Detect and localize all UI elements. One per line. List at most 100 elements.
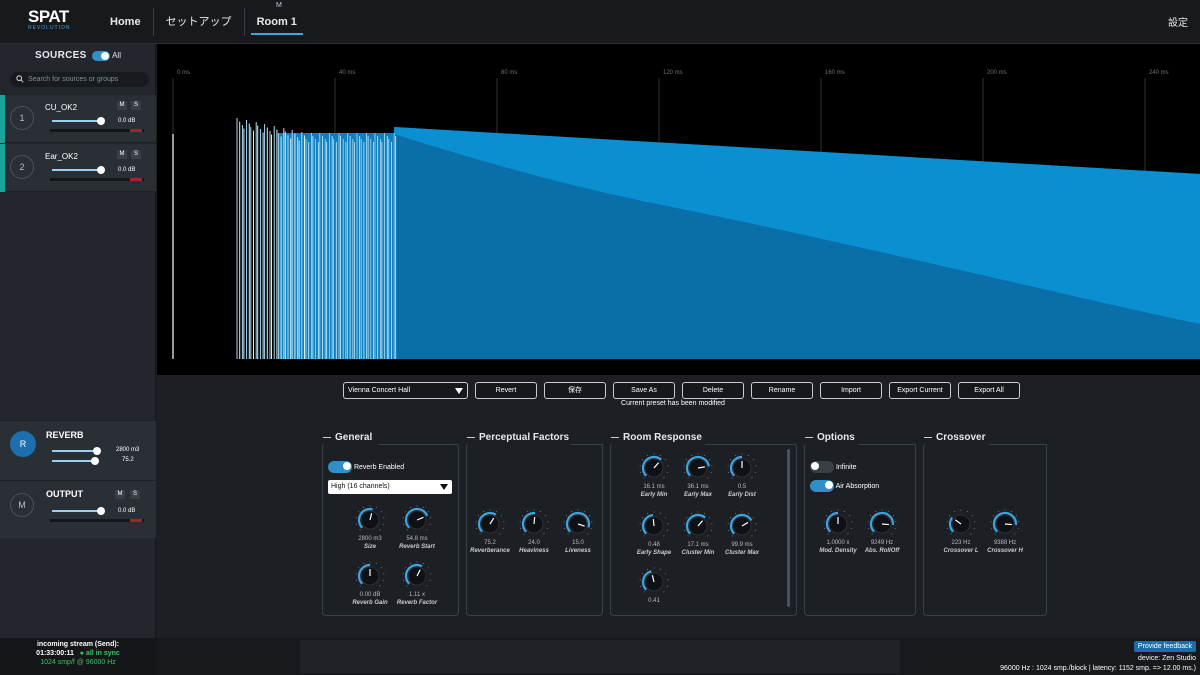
stream-rate: 1024 smp/f @ 96000 Hz	[40, 659, 116, 666]
crossover-knob[interactable]	[946, 509, 976, 539]
mute-button[interactable]: M	[117, 101, 127, 110]
rename-button[interactable]: Rename	[751, 382, 813, 399]
infinite-toggle[interactable]	[810, 461, 834, 473]
reverb-strip[interactable]: R REVERB 2800 m3 75.2	[0, 420, 156, 480]
crossover-knob[interactable]	[990, 509, 1020, 539]
reverb-level-knob[interactable]	[91, 457, 99, 465]
perceptual-knob[interactable]	[563, 509, 593, 539]
source-fader-knob[interactable]	[97, 117, 105, 125]
export-current-button[interactable]: Export Current	[889, 382, 951, 399]
output-level: 0.0 dB	[118, 508, 136, 514]
general-knob[interactable]	[402, 505, 432, 535]
perceptual-title: Perceptual Factors	[467, 432, 569, 443]
meter-clip	[130, 178, 142, 181]
options-knob[interactable]	[823, 509, 853, 539]
crossover-section: 223 Hz Crossover L 9388 Hz Crossover H	[923, 443, 1047, 616]
room-value: 0.41	[648, 598, 660, 604]
room-knob[interactable]	[639, 567, 669, 597]
output-mute-button[interactable]: M	[115, 490, 125, 499]
perceptual-knob[interactable]	[475, 509, 505, 539]
output-fader-knob[interactable]	[97, 507, 105, 515]
quality-select[interactable]: High (16 channels)	[328, 480, 452, 494]
air-absorption-toggle[interactable]	[810, 480, 834, 492]
perceptual-value: 15.0	[572, 540, 584, 546]
room-knob[interactable]	[727, 453, 757, 483]
options-knob[interactable]	[867, 509, 897, 539]
preset-select[interactable]: Vienna Concert Hall	[343, 382, 468, 399]
reverb-level-value: 75.2	[122, 457, 134, 463]
room-knob[interactable]	[639, 453, 669, 483]
sources-title: SOURCES	[35, 50, 87, 61]
chevron-down-icon	[455, 388, 463, 394]
source-name: CU_OK2	[45, 103, 78, 112]
nav-setup[interactable]: セットアップ	[154, 8, 245, 36]
preset-toolbar: Vienna Concert Hall Revert 保存 Save As De…	[343, 382, 1020, 400]
revert-button[interactable]: Revert	[475, 382, 537, 399]
save-as-button[interactable]: Save As	[613, 382, 675, 399]
solo-button[interactable]: S	[131, 150, 141, 159]
export-all-button[interactable]: Export All	[958, 382, 1020, 399]
room-knob[interactable]	[639, 511, 669, 541]
reverb-size-knob[interactable]	[93, 447, 101, 455]
status-middle	[300, 640, 900, 673]
chevron-down-icon	[440, 484, 448, 490]
source-row[interactable]: 1 CU_OK2 M S 0.0 dB	[0, 95, 156, 143]
room-value: 99.9 ms	[731, 542, 753, 548]
source-number: 1	[10, 106, 34, 130]
output-badge: M	[10, 493, 34, 517]
reverb-enabled-toggle[interactable]	[328, 461, 352, 473]
perceptual-knob[interactable]	[519, 509, 549, 539]
source-accent	[0, 144, 5, 192]
output-solo-button[interactable]: S	[130, 490, 140, 499]
crossover-label: Crossover H	[987, 548, 1023, 554]
general-knob[interactable]	[402, 561, 432, 591]
room-knob[interactable]	[683, 453, 713, 483]
impulse-response-svg: 0 ms 40 ms 80 ms 120 ms 160 ms 200 ms 240 ms	[172, 70, 1200, 359]
save-button[interactable]: 保存	[544, 382, 606, 399]
source-row[interactable]: 2 Ear_OK2 M S 0.0 dB	[0, 144, 156, 192]
source-name: Ear_OK2	[45, 152, 78, 161]
room-knob[interactable]	[727, 511, 757, 541]
output-strip[interactable]: M OUTPUT M S 0.0 dB	[0, 480, 156, 538]
quality-value: High (16 channels)	[331, 483, 390, 490]
reverb-panel: Vienna Concert Hall Revert 保存 Save As De…	[157, 375, 1200, 638]
source-fader-knob[interactable]	[97, 166, 105, 174]
nav-home[interactable]: Home	[98, 8, 154, 36]
top-bar: SPAT REVOLUTION Home セットアップ Room 1 M 設定	[0, 0, 1200, 44]
source-level: 0.0 dB	[118, 118, 136, 124]
meter-clip	[130, 519, 142, 522]
settings-link[interactable]: 設定	[1168, 14, 1188, 29]
tick-label: 80 ms	[501, 70, 517, 76]
search-input[interactable]: Search for sources or groups	[10, 72, 149, 87]
crossover-value: 9388 Hz	[993, 540, 1017, 546]
reverb-title: REVERB	[46, 430, 84, 440]
perceptual-section: 75.2 Reverberance 24.0 Heaviness 15.0 Livenes…	[466, 443, 603, 616]
sidebar: SOURCES All Search for sources or groups…	[0, 44, 156, 638]
output-title: OUTPUT	[46, 489, 83, 499]
nav-room-1[interactable]: Room 1	[250, 9, 303, 35]
general-knob[interactable]	[355, 505, 385, 535]
air-absorption-row[interactable]: Air Absorption	[810, 480, 879, 492]
room-label: Cluster Max	[724, 550, 759, 556]
room-scrollbar[interactable]	[787, 449, 790, 607]
spat-logo: SPAT REVOLUTION	[28, 8, 76, 38]
delete-button[interactable]: Delete	[682, 382, 744, 399]
tick-label: 0 ms	[177, 70, 190, 76]
solo-button[interactable]: S	[131, 101, 141, 110]
all-toggle[interactable]	[91, 50, 110, 61]
feedback-button[interactable]: Provide feedback	[1133, 641, 1196, 652]
tick-label: 200 ms	[987, 70, 1007, 76]
options-title-text: Options	[817, 432, 855, 443]
infinite-label: Infinite	[835, 463, 857, 471]
room-knob[interactable]	[683, 511, 713, 541]
options-section: Infinite Air Absorption 1.0000 x Mod. Den…	[804, 443, 916, 616]
infinite-row[interactable]: Infinite	[810, 461, 857, 473]
impulse-response-graph[interactable]: 0 ms 40 ms 80 ms 120 ms 160 ms 200 ms 240 ms	[157, 44, 1200, 375]
main-nav: Home セットアップ Room 1	[98, 0, 303, 44]
import-button[interactable]: Import	[820, 382, 882, 399]
status-bar: incoming stream (Send): 01:33:00:11 ● al…	[0, 638, 1200, 675]
general-knob[interactable]	[355, 561, 385, 591]
mute-button[interactable]: M	[117, 150, 127, 159]
options-value: 9249 Hz	[870, 540, 894, 546]
reverb-enabled-row[interactable]: Reverb Enabled	[328, 461, 404, 473]
